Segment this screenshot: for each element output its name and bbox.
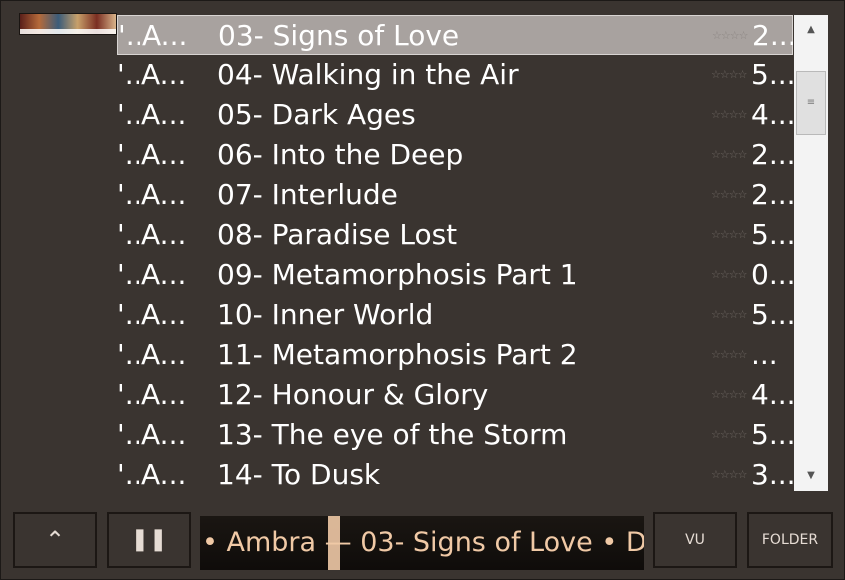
up-button[interactable]: ⌃ [13, 512, 97, 568]
folder-button[interactable]: FOLDER [747, 512, 833, 568]
star-rating-icon[interactable]: ☆☆☆☆ [711, 255, 751, 295]
track-artist: A... [141, 458, 187, 491]
track-artist: A... [141, 138, 187, 171]
track-number: '.. [118, 19, 140, 52]
pause-icon: ❚❚ [130, 527, 168, 552]
playlist-row[interactable]: '.. A... 03- Signs of Love ☆☆☆☆ 2... [117, 15, 793, 55]
scroll-down-arrow-icon[interactable]: ▼ [794, 461, 828, 491]
track-artist: A... [141, 298, 187, 331]
star-rating-icon[interactable]: ☆☆☆☆ [711, 295, 751, 335]
track-title: 06- Into the Deep [217, 138, 464, 171]
track-artist: A... [141, 58, 187, 91]
grip-icon: ≡ [806, 97, 816, 108]
vu-button[interactable]: VU [653, 512, 737, 568]
position-marker [328, 516, 340, 570]
track-artist: A... [141, 258, 187, 291]
track-number: '.. [117, 218, 139, 251]
track-artist: A... [141, 98, 187, 131]
track-title: 09- Metamorphosis Part 1 [217, 258, 578, 291]
star-rating-icon[interactable]: ☆☆☆☆ [711, 95, 751, 135]
star-rating-icon[interactable]: ☆☆☆☆ [711, 335, 751, 375]
track-duration: 5... [751, 298, 793, 331]
track-duration: 2... [752, 19, 793, 52]
playlist-row[interactable]: '.. A... 05- Dark Ages ☆☆☆☆ 4... [117, 95, 793, 135]
track-number: '.. [117, 178, 139, 211]
playlist-row[interactable]: '.. A... 13- The eye of the Storm ☆☆☆☆ 5… [117, 415, 793, 455]
control-bar: ⌃ ❚❚ • Ambra — 03- Signs of Love • DTS V… [1, 499, 844, 579]
track-duration: 2... [751, 138, 793, 171]
track-number: '.. [117, 338, 139, 371]
track-number: '.. [117, 298, 139, 331]
track-duration: 4... [751, 378, 793, 411]
track-title: 08- Paradise Lost [217, 218, 458, 251]
track-duration: 5... [751, 58, 793, 91]
playlist-row[interactable]: '.. A... 06- Into the Deep ☆☆☆☆ 2... [117, 135, 793, 175]
track-title: 03- Signs of Love [218, 19, 460, 52]
playlist: '.. A... 03- Signs of Love ☆☆☆☆ 2... '..… [117, 15, 793, 493]
playlist-row[interactable]: '.. A... 14- To Dusk ☆☆☆☆ 3... [117, 455, 793, 493]
now-playing-text: • Ambra — 03- Signs of Love • DTS [202, 527, 644, 558]
track-duration: 3... [751, 458, 793, 491]
playlist-row[interactable]: '.. A... 04- Walking in the Air ☆☆☆☆ 5..… [117, 55, 793, 95]
track-duration: 5... [751, 418, 793, 451]
track-artist: A... [141, 218, 187, 251]
track-artist: A... [141, 178, 187, 211]
track-duration: 0... [751, 258, 793, 291]
star-rating-icon[interactable]: ☆☆☆☆ [712, 16, 752, 56]
track-number: '.. [117, 418, 139, 451]
track-duration: 2... [751, 178, 793, 211]
star-rating-icon[interactable]: ☆☆☆☆ [711, 415, 751, 455]
track-title: 14- To Dusk [217, 458, 381, 491]
track-title: 11- Metamorphosis Part 2 [217, 338, 578, 371]
track-artist: A... [141, 338, 187, 371]
pause-button[interactable]: ❚❚ [107, 512, 191, 568]
track-duration: 5... [751, 218, 793, 251]
track-title: 04- Walking in the Air [217, 58, 519, 91]
playlist-scrollbar[interactable]: ▲ ≡ ▼ [794, 15, 828, 491]
star-rating-icon[interactable]: ☆☆☆☆ [711, 375, 751, 415]
playlist-row[interactable]: '.. A... 12- Honour & Glory ☆☆☆☆ 4... [117, 375, 793, 415]
track-number: '.. [117, 58, 139, 91]
star-rating-icon[interactable]: ☆☆☆☆ [711, 135, 751, 175]
track-title: 05- Dark Ages [217, 98, 416, 131]
playlist-row[interactable]: '.. A... 10- Inner World ☆☆☆☆ 5... [117, 295, 793, 335]
album-art-thumbnail[interactable] [19, 13, 117, 35]
track-artist: A... [141, 378, 187, 411]
track-title: 07- Interlude [217, 178, 398, 211]
track-artist: A... [141, 418, 187, 451]
track-title: 12- Honour & Glory [217, 378, 489, 411]
now-playing-ticker[interactable]: • Ambra — 03- Signs of Love • DTS [200, 516, 644, 570]
track-title: 10- Inner World [217, 298, 434, 331]
playlist-row[interactable]: '.. A... 08- Paradise Lost ☆☆☆☆ 5... [117, 215, 793, 255]
track-number: '.. [117, 258, 139, 291]
track-duration: 4... [751, 98, 793, 131]
track-number: '.. [117, 138, 139, 171]
star-rating-icon[interactable]: ☆☆☆☆ [711, 455, 751, 493]
scroll-up-arrow-icon[interactable]: ▲ [794, 15, 828, 45]
playlist-row[interactable]: '.. A... 11- Metamorphosis Part 2 ☆☆☆☆ .… [117, 335, 793, 375]
star-rating-icon[interactable]: ☆☆☆☆ [711, 175, 751, 215]
track-number: '.. [117, 378, 139, 411]
playlist-row[interactable]: '.. A... 07- Interlude ☆☆☆☆ 2... [117, 175, 793, 215]
track-number: '.. [117, 98, 139, 131]
track-duration: ... [751, 338, 778, 371]
track-title: 13- The eye of the Storm [217, 418, 568, 451]
chevron-up-icon: ⌃ [44, 526, 66, 554]
star-rating-icon[interactable]: ☆☆☆☆ [711, 215, 751, 255]
playlist-row[interactable]: '.. A... 09- Metamorphosis Part 1 ☆☆☆☆ 0… [117, 255, 793, 295]
star-rating-icon[interactable]: ☆☆☆☆ [711, 55, 751, 95]
player-window: '.. A... 03- Signs of Love ☆☆☆☆ 2... '..… [0, 0, 845, 580]
track-number: '.. [117, 458, 139, 491]
scrollbar-thumb[interactable]: ≡ [796, 71, 826, 135]
track-artist: A... [142, 19, 188, 52]
